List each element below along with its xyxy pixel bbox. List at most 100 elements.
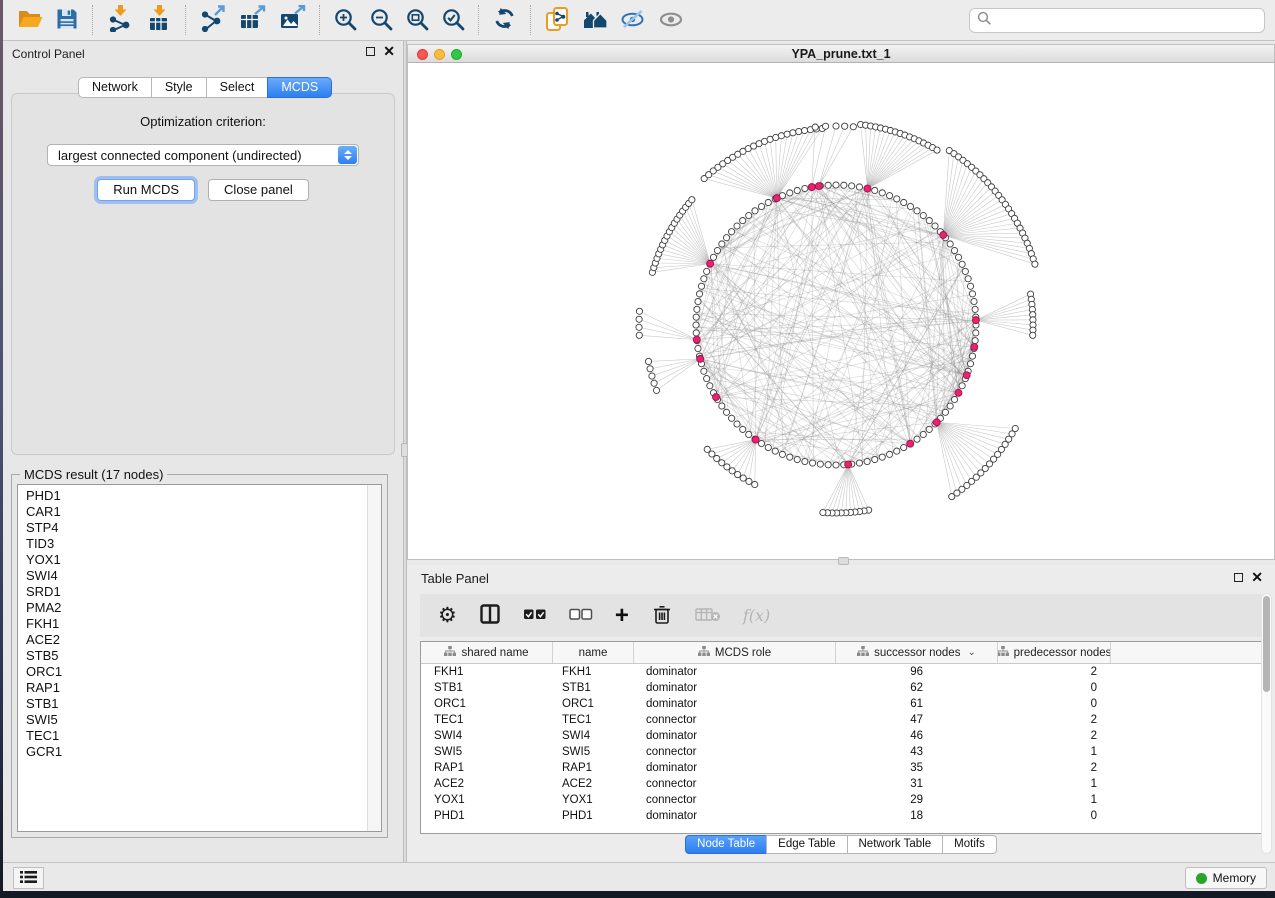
ring-node[interactable] <box>696 291 702 297</box>
leaf-node[interactable] <box>796 128 802 134</box>
leaf-node[interactable] <box>934 147 940 153</box>
tab-motifs[interactable]: Motifs <box>942 835 997 854</box>
criterion-select[interactable]: largest connected component (undirected) <box>47 144 359 166</box>
ring-node[interactable] <box>955 254 961 260</box>
column-header-name[interactable]: name <box>553 642 634 663</box>
ring-node[interactable] <box>693 330 699 336</box>
table-row[interactable]: ACE2ACE2connector311 <box>421 776 1263 792</box>
result-node-item[interactable]: PMA2 <box>18 600 366 616</box>
ring-node[interactable] <box>794 187 800 193</box>
table-scrollbar-thumb[interactable] <box>1263 596 1270 692</box>
leaf-node[interactable] <box>850 124 856 130</box>
ring-node[interactable] <box>856 460 862 466</box>
ring-node[interactable] <box>947 241 953 247</box>
ring-node[interactable] <box>951 247 957 253</box>
tab-select[interactable]: Select <box>206 77 269 98</box>
table-row[interactable]: SWI5SWI5connector431 <box>421 744 1263 760</box>
ring-node[interactable] <box>723 235 729 241</box>
network-titlebar[interactable]: YPA_prune.txt_1 <box>408 45 1274 63</box>
leaf-node[interactable] <box>778 133 784 139</box>
table-scrollbar[interactable] <box>1261 593 1272 854</box>
ring-node[interactable] <box>872 187 878 193</box>
export-network-button[interactable] <box>193 3 232 37</box>
table-row[interactable]: ORC1ORC1dominator610 <box>421 696 1263 712</box>
result-node-item[interactable]: STP4 <box>18 520 366 536</box>
leaf-node[interactable] <box>649 373 655 379</box>
duplicate-network-button[interactable] <box>538 4 576 37</box>
float-panel-icon[interactable] <box>366 47 375 56</box>
ring-node[interactable] <box>765 444 771 450</box>
ring-node[interactable] <box>972 338 978 344</box>
leaf-node[interactable] <box>689 197 695 203</box>
ring-node[interactable] <box>825 182 831 188</box>
zoom-selected-button[interactable] <box>435 5 471 36</box>
table-row[interactable]: PHD1PHD1dominator180 <box>421 808 1263 824</box>
float-table-panel-icon[interactable] <box>1234 573 1243 582</box>
result-node-item[interactable]: FKH1 <box>18 616 366 632</box>
tab-node-table[interactable]: Node Table <box>685 835 767 854</box>
result-node-item[interactable]: GCR1 <box>18 744 366 760</box>
zoom-out-button[interactable] <box>363 5 399 36</box>
leaf-node[interactable] <box>949 494 955 500</box>
leaf-node[interactable] <box>833 123 839 129</box>
ring-node[interactable] <box>872 456 878 462</box>
leaf-node[interactable] <box>636 316 642 322</box>
ring-node[interactable] <box>746 212 752 218</box>
table-row[interactable]: SWI4SWI4dominator462 <box>421 728 1263 744</box>
save-session-button[interactable] <box>49 5 85 36</box>
result-node-item[interactable]: SWI4 <box>18 568 366 584</box>
close-panel-button[interactable]: Close panel <box>208 179 309 201</box>
ring-node[interactable] <box>914 436 920 442</box>
ring-node[interactable] <box>971 298 977 304</box>
leaf-node[interactable] <box>822 123 828 129</box>
ring-node[interactable] <box>758 440 764 446</box>
leaf-node[interactable] <box>740 475 746 481</box>
ring-node[interactable] <box>926 426 932 432</box>
horizontal-splitter-grip[interactable] <box>838 557 849 565</box>
leaf-node[interactable] <box>647 366 653 372</box>
ring-node[interactable] <box>932 223 938 229</box>
ring-node[interactable] <box>729 229 735 235</box>
ring-node[interactable] <box>886 193 892 199</box>
ring-node[interactable] <box>698 283 704 289</box>
ring-node[interactable] <box>972 306 978 312</box>
ring-node[interactable] <box>740 426 746 432</box>
ring-node[interactable] <box>894 448 900 454</box>
ring-node[interactable] <box>701 276 707 282</box>
ring-node[interactable] <box>772 448 778 454</box>
hide-all-columns-button[interactable] <box>563 603 599 628</box>
mcds-hub-node[interactable] <box>815 183 822 190</box>
ring-node[interactable] <box>752 208 758 214</box>
network-canvas[interactable] <box>408 63 1274 559</box>
ring-node[interactable] <box>841 182 847 188</box>
result-node-item[interactable]: STB1 <box>18 696 366 712</box>
mcds-hub-node[interactable] <box>773 195 780 202</box>
leaf-node[interactable] <box>801 127 807 133</box>
table-row[interactable]: STB1STB1dominator620 <box>421 680 1263 696</box>
ring-node[interactable] <box>967 283 973 289</box>
leaf-node[interactable] <box>790 130 796 136</box>
ring-node[interactable] <box>849 183 855 189</box>
ring-node[interactable] <box>920 212 926 218</box>
run-mcds-button[interactable]: Run MCDS <box>97 179 195 201</box>
tab-mcds[interactable]: MCDS <box>267 77 332 98</box>
mcds-hub-node[interactable] <box>933 419 940 426</box>
toggle-column-display-button[interactable] <box>473 601 507 630</box>
result-node-item[interactable]: PHD1 <box>18 488 366 504</box>
mcds-hub-node[interactable] <box>972 317 979 324</box>
ring-node[interactable] <box>787 454 793 460</box>
show-all-columns-button[interactable] <box>517 603 553 628</box>
ring-node[interactable] <box>693 314 699 320</box>
leaf-node[interactable] <box>636 324 642 330</box>
ring-node[interactable] <box>959 383 965 389</box>
ring-node[interactable] <box>695 298 701 304</box>
result-node-item[interactable]: ACE2 <box>18 632 366 648</box>
ring-node[interactable] <box>894 196 900 202</box>
ring-node[interactable] <box>694 306 700 312</box>
ring-node[interactable] <box>758 203 764 209</box>
zoom-fit-button[interactable] <box>399 5 435 36</box>
zoom-in-button[interactable] <box>327 5 363 36</box>
search-input[interactable] <box>992 11 1264 31</box>
ring-node[interactable] <box>729 415 735 421</box>
ring-node[interactable] <box>723 409 729 415</box>
